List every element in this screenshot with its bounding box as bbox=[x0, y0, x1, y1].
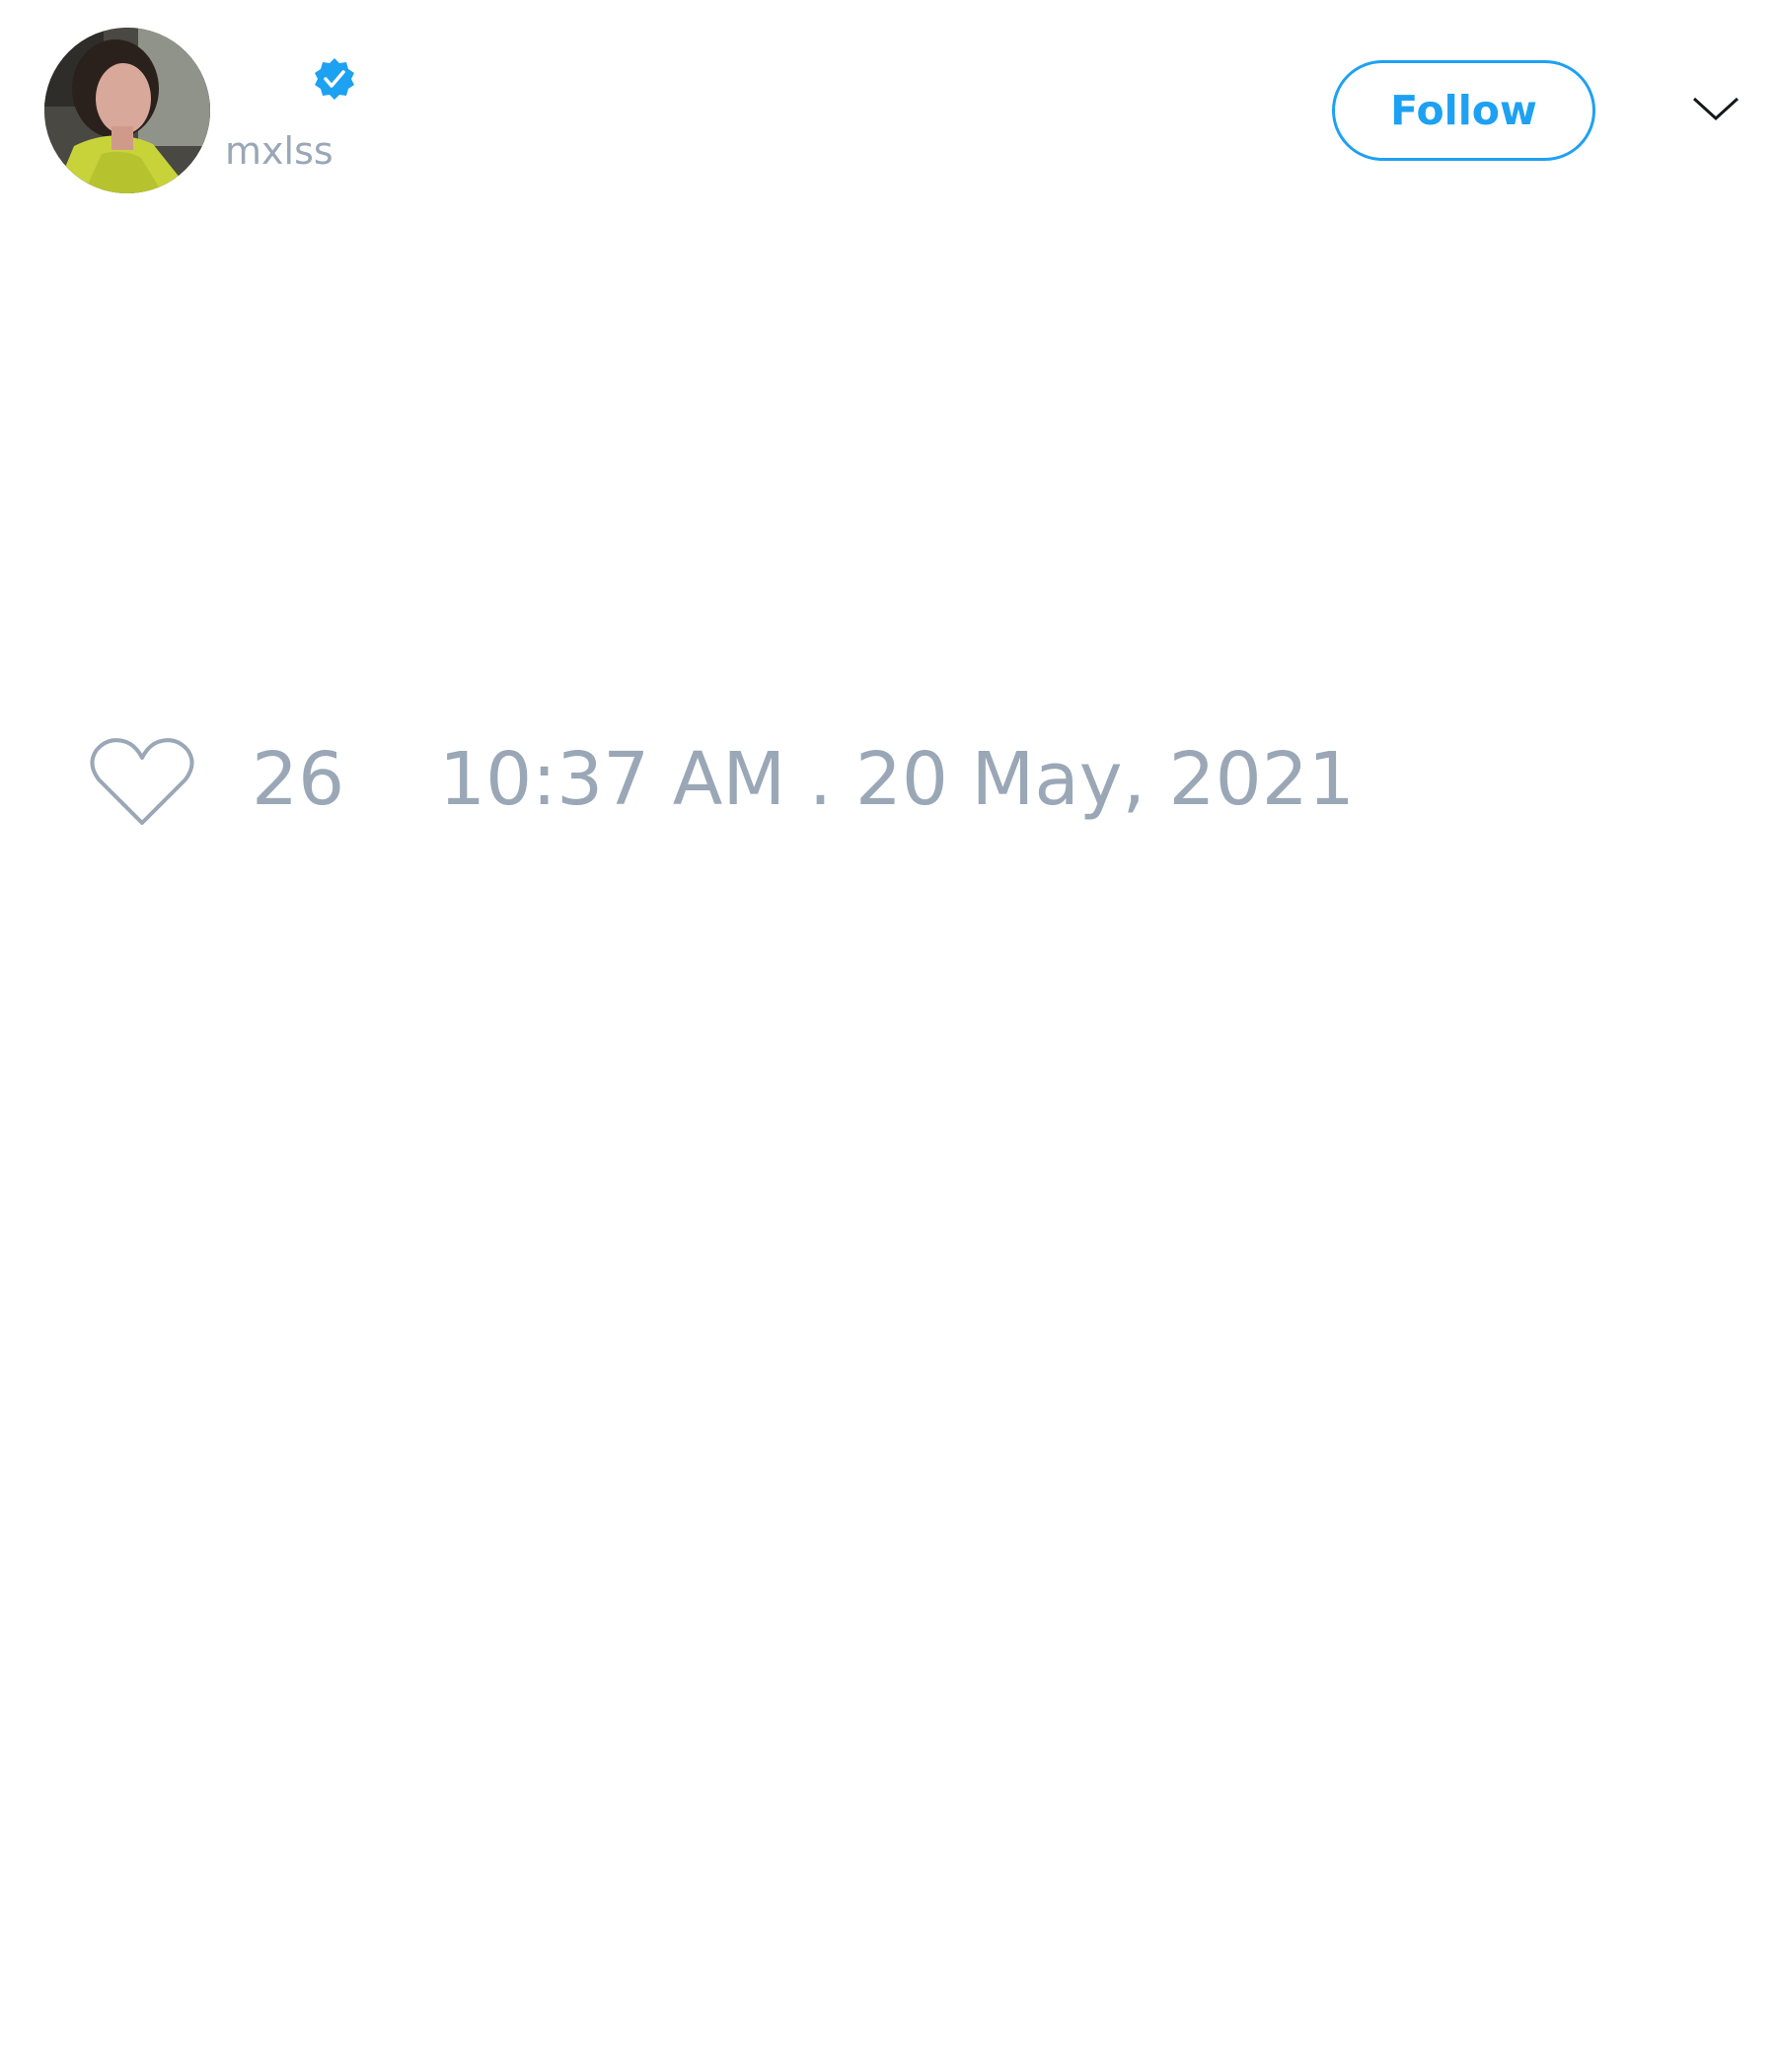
verified-badge-icon bbox=[312, 56, 357, 102]
user-handle[interactable]: mxlss bbox=[225, 126, 333, 176]
tweet-footer: 26 10:37 AM . 20 May, 2021 bbox=[0, 725, 1776, 834]
like-count: 26 bbox=[252, 737, 345, 822]
tweet-timestamp[interactable]: 10:37 AM . 20 May, 2021 bbox=[439, 735, 1355, 824]
avatar[interactable] bbox=[44, 28, 210, 193]
chevron-down-icon[interactable] bbox=[1691, 89, 1740, 126]
tweet-header: mxlss Follow bbox=[0, 0, 1776, 217]
tweet-card: mxlss Follow 26 10:37 AM . 20 May, 2021 bbox=[0, 0, 1776, 2072]
follow-button[interactable]: Follow bbox=[1332, 60, 1595, 161]
heart-icon[interactable] bbox=[89, 734, 195, 829]
avatar-image bbox=[44, 28, 210, 193]
